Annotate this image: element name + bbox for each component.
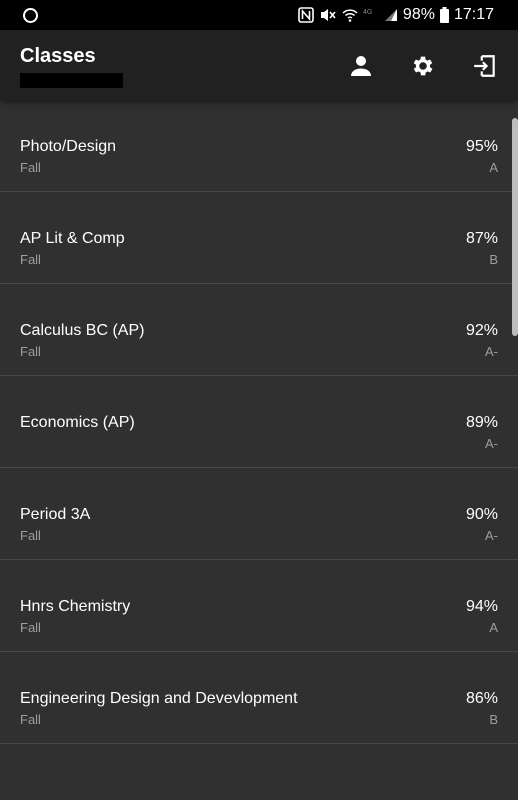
signal-icon [384,9,397,21]
class-term: Fall [20,252,41,267]
status-bar: 4G 98% 17:17 [0,0,518,30]
class-name: Hnrs Chemistry [20,598,131,615]
class-term: Fall [20,344,41,359]
status-icons: 4G 98% 17:17 [298,0,494,30]
class-percent: 87% [465,230,498,247]
page-title: Classes [20,45,96,67]
notification-circle-icon [23,8,38,23]
class-letter-grade: B [489,712,498,727]
class-percent: 94% [465,598,498,615]
app-bar: Classes [0,30,518,100]
class-name: Calculus BC (AP) [20,322,145,339]
class-name: Photo/Design [20,138,117,155]
battery-icon [439,7,449,23]
class-term: Fall [20,620,41,635]
class-row-economics[interactable]: Economics (AP) 89% A- [0,376,518,468]
settings-button[interactable] [406,49,440,83]
svg-text:4G: 4G [363,9,372,16]
class-percent: 95% [465,138,498,155]
class-name: Period 3A [20,506,91,523]
class-row-engineering-design[interactable]: Engineering Design and Devevlopment Fall… [0,652,518,744]
class-row-photo-design[interactable]: Photo/Design Fall 95% A [0,100,518,192]
mute-icon [320,9,336,21]
class-row-calculus-bc[interactable]: Calculus BC (AP) Fall 92% A- [0,284,518,376]
wifi-icon [342,9,358,22]
logout-icon [474,55,495,77]
class-term: Fall [20,528,41,543]
class-row-period-3a[interactable]: Period 3A Fall 90% A- [0,468,518,560]
class-percent: 90% [465,506,498,523]
class-term: Fall [20,160,41,175]
class-percent: 86% [465,690,498,707]
redacted-username [20,73,123,88]
person-icon [351,56,371,76]
scrollbar[interactable] [512,118,518,336]
class-letter-grade: B [489,252,498,267]
class-letter-grade: A- [485,528,498,543]
class-letter-grade: A [489,160,498,175]
battery-percent: 98% [402,6,435,23]
class-name: Economics (AP) [20,414,135,431]
app-bar-actions [344,49,502,83]
4g-icon: 4G [363,9,372,16]
clock: 17:17 [453,6,494,23]
class-name: AP Lit & Comp [20,230,125,247]
class-row-ap-lit-comp[interactable]: AP Lit & Comp Fall 87% B [0,192,518,284]
profile-button[interactable] [344,49,378,83]
logout-button[interactable] [468,49,502,83]
class-percent: 89% [465,414,498,431]
class-list: Photo/Design Fall 95% A AP Lit & Comp Fa… [0,100,518,800]
class-letter-grade: A- [485,436,498,451]
class-term: Fall [20,712,41,727]
class-letter-grade: A [489,620,498,635]
nfc-icon [298,7,314,23]
class-name: Engineering Design and Devevlopment [20,690,298,707]
class-percent: 92% [465,322,498,339]
class-row-hnrs-chemistry[interactable]: Hnrs Chemistry Fall 94% A [0,560,518,652]
class-letter-grade: A- [485,344,498,359]
gear-icon [413,56,433,76]
